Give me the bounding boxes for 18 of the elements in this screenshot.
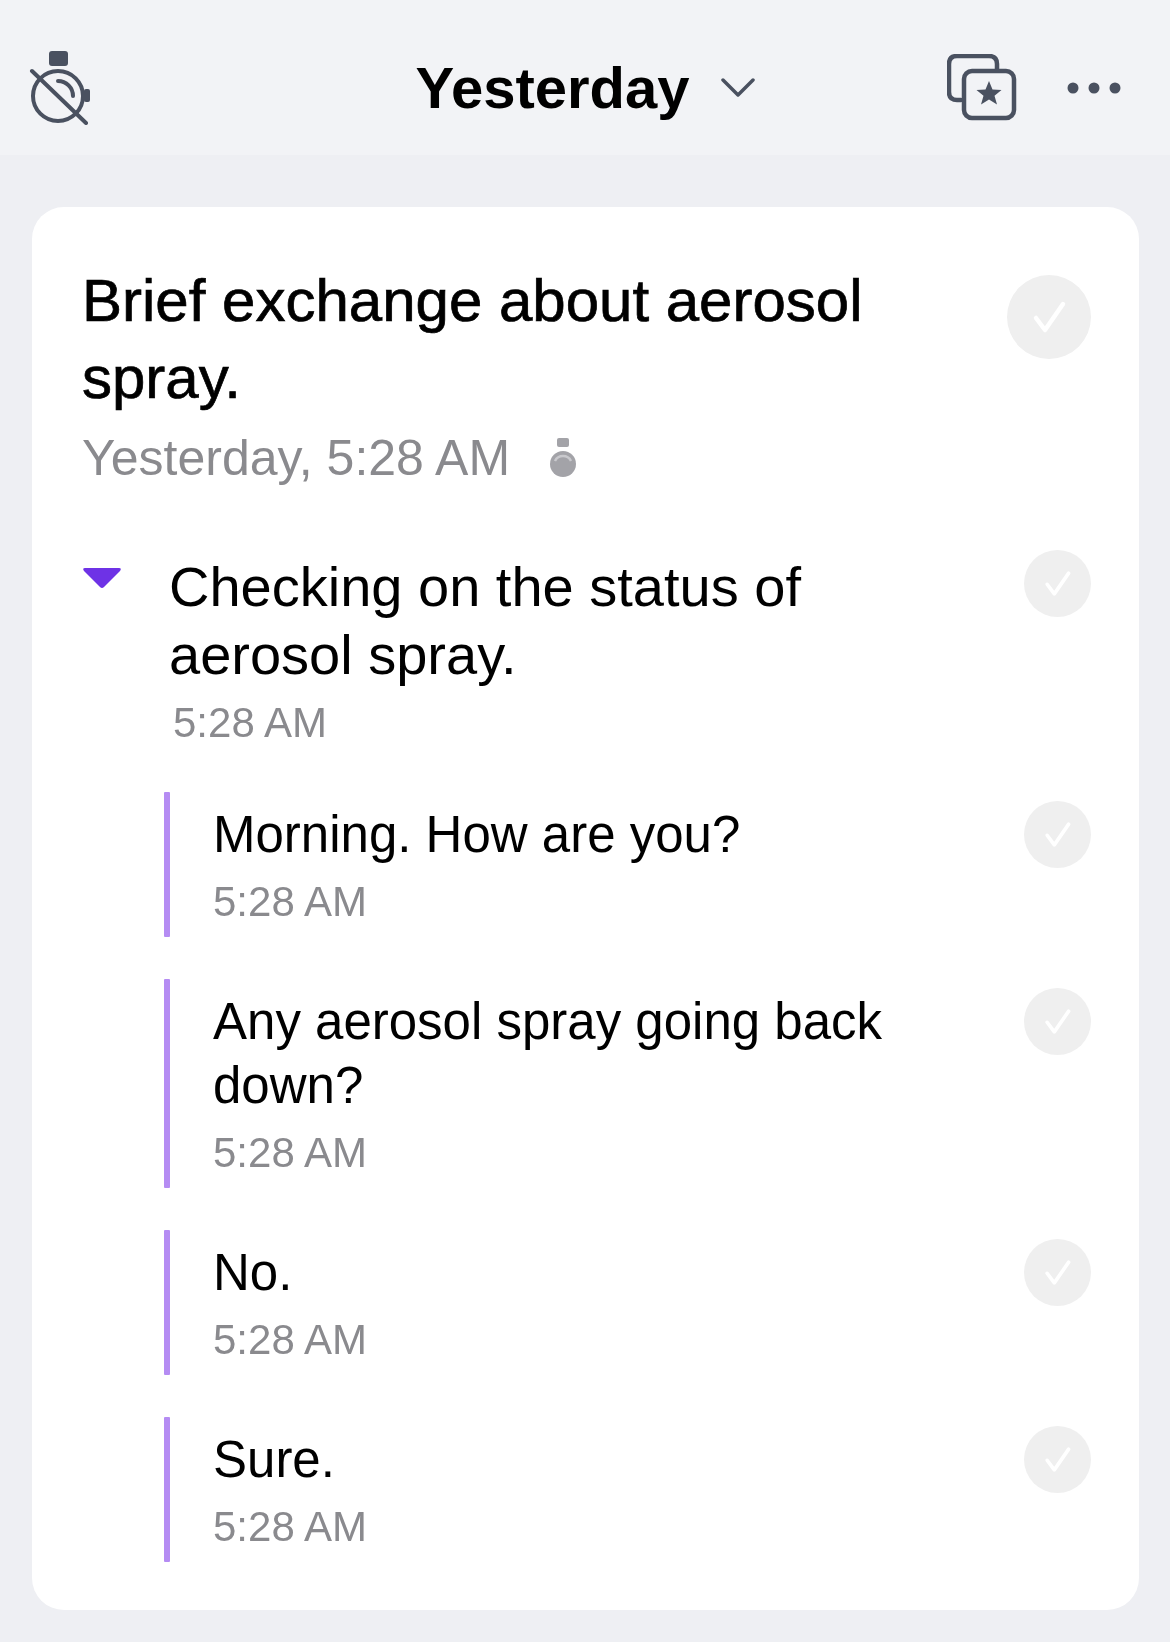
card-title: Brief exchange about aerosol spray.: [82, 266, 864, 413]
message-text: No.: [213, 1243, 294, 1303]
ellipsis-icon[interactable]: [1067, 81, 1121, 94]
message-time: 5:28 AM: [213, 1129, 368, 1177]
message-text: Any aerosol spray going back down?: [213, 992, 884, 1116]
disclosure-triangle-icon[interactable]: [82, 566, 122, 590]
message-time: 5:28 AM: [213, 1316, 368, 1364]
message-time: 5:28 AM: [213, 878, 368, 926]
timestamp: Yesterday, 5:28 AM: [82, 429, 511, 488]
stacked-squares-star-icon[interactable]: [947, 54, 1017, 121]
topic-title: Checking on the status of aerosol spray.: [169, 554, 802, 688]
date-dropdown[interactable]: Yesterday: [415, 52, 755, 123]
topic-time: 5:28 AM: [172, 698, 328, 748]
chevron-down-icon: [720, 78, 755, 97]
message-text: Morning. How are you?: [213, 805, 742, 865]
message-text: Sure.: [213, 1430, 336, 1490]
message-time: 5:28 AM: [213, 1503, 368, 1551]
timer-icon: [549, 437, 578, 479]
